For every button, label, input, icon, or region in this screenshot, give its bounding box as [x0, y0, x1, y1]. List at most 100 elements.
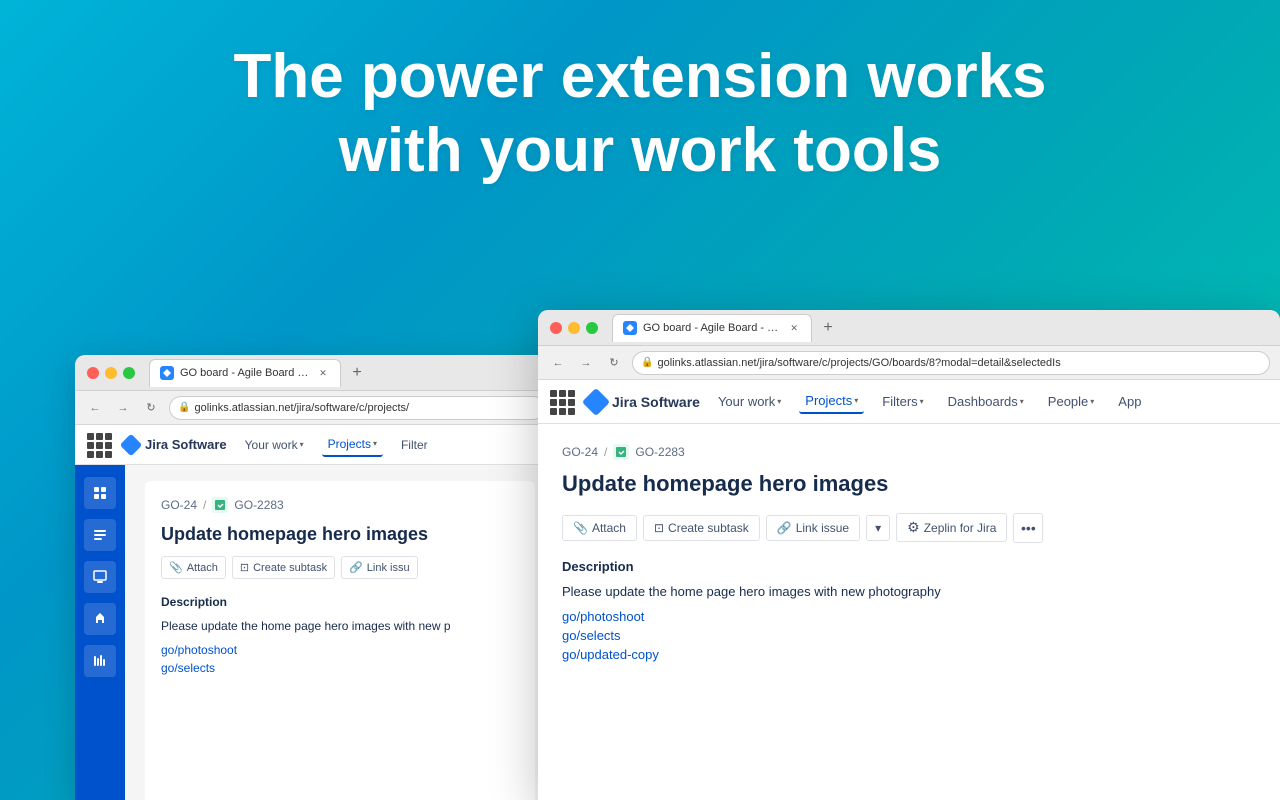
- nav-your-work-back[interactable]: Your work ▾: [239, 434, 310, 456]
- tab-front[interactable]: GO board - Agile Board - Jira ✕: [612, 314, 812, 342]
- traffic-light-yellow-front[interactable]: [568, 322, 580, 334]
- sidebar-icon-5-back[interactable]: [84, 645, 116, 677]
- browser-windows: GO board - Agile Board - Jira ✕ + ← → ↻ …: [0, 310, 1280, 800]
- traffic-light-green-front[interactable]: [586, 322, 598, 334]
- sidebar-icon-3-back[interactable]: [84, 561, 116, 593]
- nav-filters-front[interactable]: Filters ▾: [876, 390, 929, 413]
- jira-nav-front: Jira Software Your work ▾ Projects ▾ Fil…: [538, 380, 1280, 424]
- jira-main-back: GO-24 / GO-2283 Update homepage hero ima…: [125, 465, 555, 800]
- hero-title: The power extension works with your work…: [80, 40, 1200, 189]
- jira-diamond-back: [120, 433, 143, 456]
- reload-btn-back[interactable]: ↻: [141, 398, 161, 418]
- tab-back[interactable]: GO board - Agile Board - Jira ✕: [149, 359, 341, 387]
- back-btn-front[interactable]: ←: [548, 353, 568, 373]
- forward-btn-front[interactable]: →: [576, 353, 596, 373]
- url-text-back: golinks.atlassian.net/jira/software/c/pr…: [194, 402, 409, 414]
- sidebar-icon-2-back[interactable]: [84, 519, 116, 551]
- issue-panel-back: GO-24 / GO-2283 Update homepage hero ima…: [145, 481, 535, 800]
- breadcrumb-parent-front: GO-2283: [635, 445, 684, 459]
- forward-btn-back[interactable]: →: [113, 398, 133, 418]
- description-section-front: Description Please update the home page …: [562, 559, 1256, 663]
- browser-chrome-front: GO board - Agile Board - Jira ✕ +: [538, 310, 1280, 346]
- tab-label-front: GO board - Agile Board - Jira: [643, 322, 781, 334]
- grid-icon-front[interactable]: [550, 390, 574, 414]
- address-bar-front: ← → ↻ 🔒 golinks.atlassian.net/jira/softw…: [538, 346, 1280, 380]
- create-subtask-btn-front[interactable]: ⊡ Create subtask: [643, 515, 760, 541]
- breadcrumb-id-back: GO-24: [161, 498, 197, 512]
- create-subtask-btn-back[interactable]: ⊡ Create subtask: [232, 556, 335, 579]
- breadcrumb-parent-back: GO-2283: [234, 498, 283, 512]
- url-box-back[interactable]: 🔒 golinks.atlassian.net/jira/software/c/…: [169, 396, 545, 420]
- issue-panel-front: GO-24 / GO-2283 Update homepage hero ima…: [538, 424, 1280, 800]
- zeplin-btn-front[interactable]: ⚙ Zeplin for Jira: [896, 513, 1007, 542]
- browser-window-back: GO board - Agile Board - Jira ✕ + ← → ↻ …: [75, 355, 555, 800]
- sidebar-icon-4-back[interactable]: [84, 603, 116, 635]
- hero-line1: The power extension works: [233, 42, 1046, 111]
- desc-label-back: Description: [161, 595, 519, 609]
- new-tab-back[interactable]: +: [345, 361, 369, 385]
- nav-your-work-front[interactable]: Your work ▾: [712, 390, 787, 413]
- action-bar-back: 📎 Attach ⊡ Create subtask 🔗 Link issu: [161, 556, 519, 579]
- jira-logo-text-front: Jira Software: [612, 394, 700, 410]
- sidebar-icon-1-back[interactable]: [84, 477, 116, 509]
- hero-line2: with your work tools: [339, 116, 942, 185]
- issue-icon-front: [613, 444, 629, 460]
- traffic-light-red-back[interactable]: [87, 367, 99, 379]
- hero-section: The power extension works with your work…: [0, 40, 1280, 189]
- lock-icon-front: 🔒: [641, 357, 653, 368]
- new-tab-front[interactable]: +: [816, 316, 840, 340]
- link-issue-btn-front[interactable]: 🔗 Link issue: [766, 515, 860, 541]
- go-link-3-front[interactable]: go/updated-copy: [562, 647, 1256, 662]
- jira-content-back: GO-24 / GO-2283 Update homepage hero ima…: [75, 465, 555, 800]
- breadcrumb-id-front: GO-24: [562, 445, 598, 459]
- issue-title-front: Update homepage hero images: [562, 470, 1256, 499]
- tab-close-back[interactable]: ✕: [316, 366, 330, 380]
- tab-bar-back: GO board - Agile Board - Jira ✕ +: [149, 355, 543, 390]
- more-btn-front[interactable]: •••: [1013, 513, 1043, 543]
- go-link-1-front[interactable]: go/photoshoot: [562, 609, 1256, 624]
- go-link-1-back[interactable]: go/photoshoot: [161, 643, 519, 657]
- breadcrumb-back: GO-24 / GO-2283: [161, 497, 519, 513]
- url-box-front[interactable]: 🔒 golinks.atlassian.net/jira/software/c/…: [632, 351, 1270, 375]
- traffic-light-green-back[interactable]: [123, 367, 135, 379]
- jira-logo-front: Jira Software: [586, 392, 700, 412]
- nav-people-front[interactable]: People ▾: [1042, 390, 1101, 413]
- jira-diamond-front: [582, 387, 610, 415]
- nav-projects-back[interactable]: Projects ▾: [322, 433, 383, 457]
- nav-projects-front[interactable]: Projects ▾: [799, 389, 864, 414]
- action-bar-front: 📎 Attach ⊡ Create subtask 🔗 Link issue ▾…: [562, 513, 1256, 543]
- desc-text-front: Please update the home page hero images …: [562, 582, 1256, 602]
- address-bar-back: ← → ↻ 🔒 golinks.atlassian.net/jira/softw…: [75, 391, 555, 425]
- tab-bar-front: GO board - Agile Board - Jira ✕ +: [612, 310, 1268, 345]
- nav-filters-back[interactable]: Filter: [395, 434, 434, 456]
- go-link-2-back[interactable]: go/selects: [161, 661, 519, 675]
- jira-tab-icon-front: [623, 321, 637, 335]
- lock-icon-back: 🔒: [178, 402, 190, 413]
- url-text-front: golinks.atlassian.net/jira/software/c/pr…: [657, 357, 1060, 369]
- link-issue-btn-back[interactable]: 🔗 Link issu: [341, 556, 418, 579]
- breadcrumb-front: GO-24 / GO-2283: [562, 444, 1256, 460]
- traffic-light-red-front[interactable]: [550, 322, 562, 334]
- description-section-back: Description Please update the home page …: [161, 595, 519, 675]
- jira-logo-text-back: Jira Software: [145, 437, 227, 452]
- desc-text-back: Please update the home page hero images …: [161, 617, 519, 635]
- jira-tab-icon-back: [160, 366, 174, 380]
- tab-label-back: GO board - Agile Board - Jira: [180, 367, 310, 379]
- reload-btn-front[interactable]: ↻: [604, 353, 624, 373]
- browser-chrome-back: GO board - Agile Board - Jira ✕ +: [75, 355, 555, 391]
- tab-close-front[interactable]: ✕: [787, 321, 801, 335]
- grid-icon-back[interactable]: [87, 433, 111, 457]
- traffic-light-yellow-back[interactable]: [105, 367, 117, 379]
- browser-window-front: GO board - Agile Board - Jira ✕ + ← → ↻ …: [538, 310, 1280, 800]
- go-link-2-front[interactable]: go/selects: [562, 628, 1256, 643]
- nav-app-front[interactable]: App: [1112, 390, 1147, 413]
- jira-nav-back: Jira Software Your work ▾ Projects ▾ Fil…: [75, 425, 555, 465]
- desc-label-front: Description: [562, 559, 1256, 574]
- jira-sidebar-back: [75, 465, 125, 800]
- issue-icon-back: [212, 497, 228, 513]
- dropdown-btn-front[interactable]: ▾: [866, 515, 890, 541]
- back-btn-back[interactable]: ←: [85, 398, 105, 418]
- attach-btn-front[interactable]: 📎 Attach: [562, 515, 637, 541]
- nav-dashboards-front[interactable]: Dashboards ▾: [942, 390, 1030, 413]
- attach-btn-back[interactable]: 📎 Attach: [161, 556, 226, 579]
